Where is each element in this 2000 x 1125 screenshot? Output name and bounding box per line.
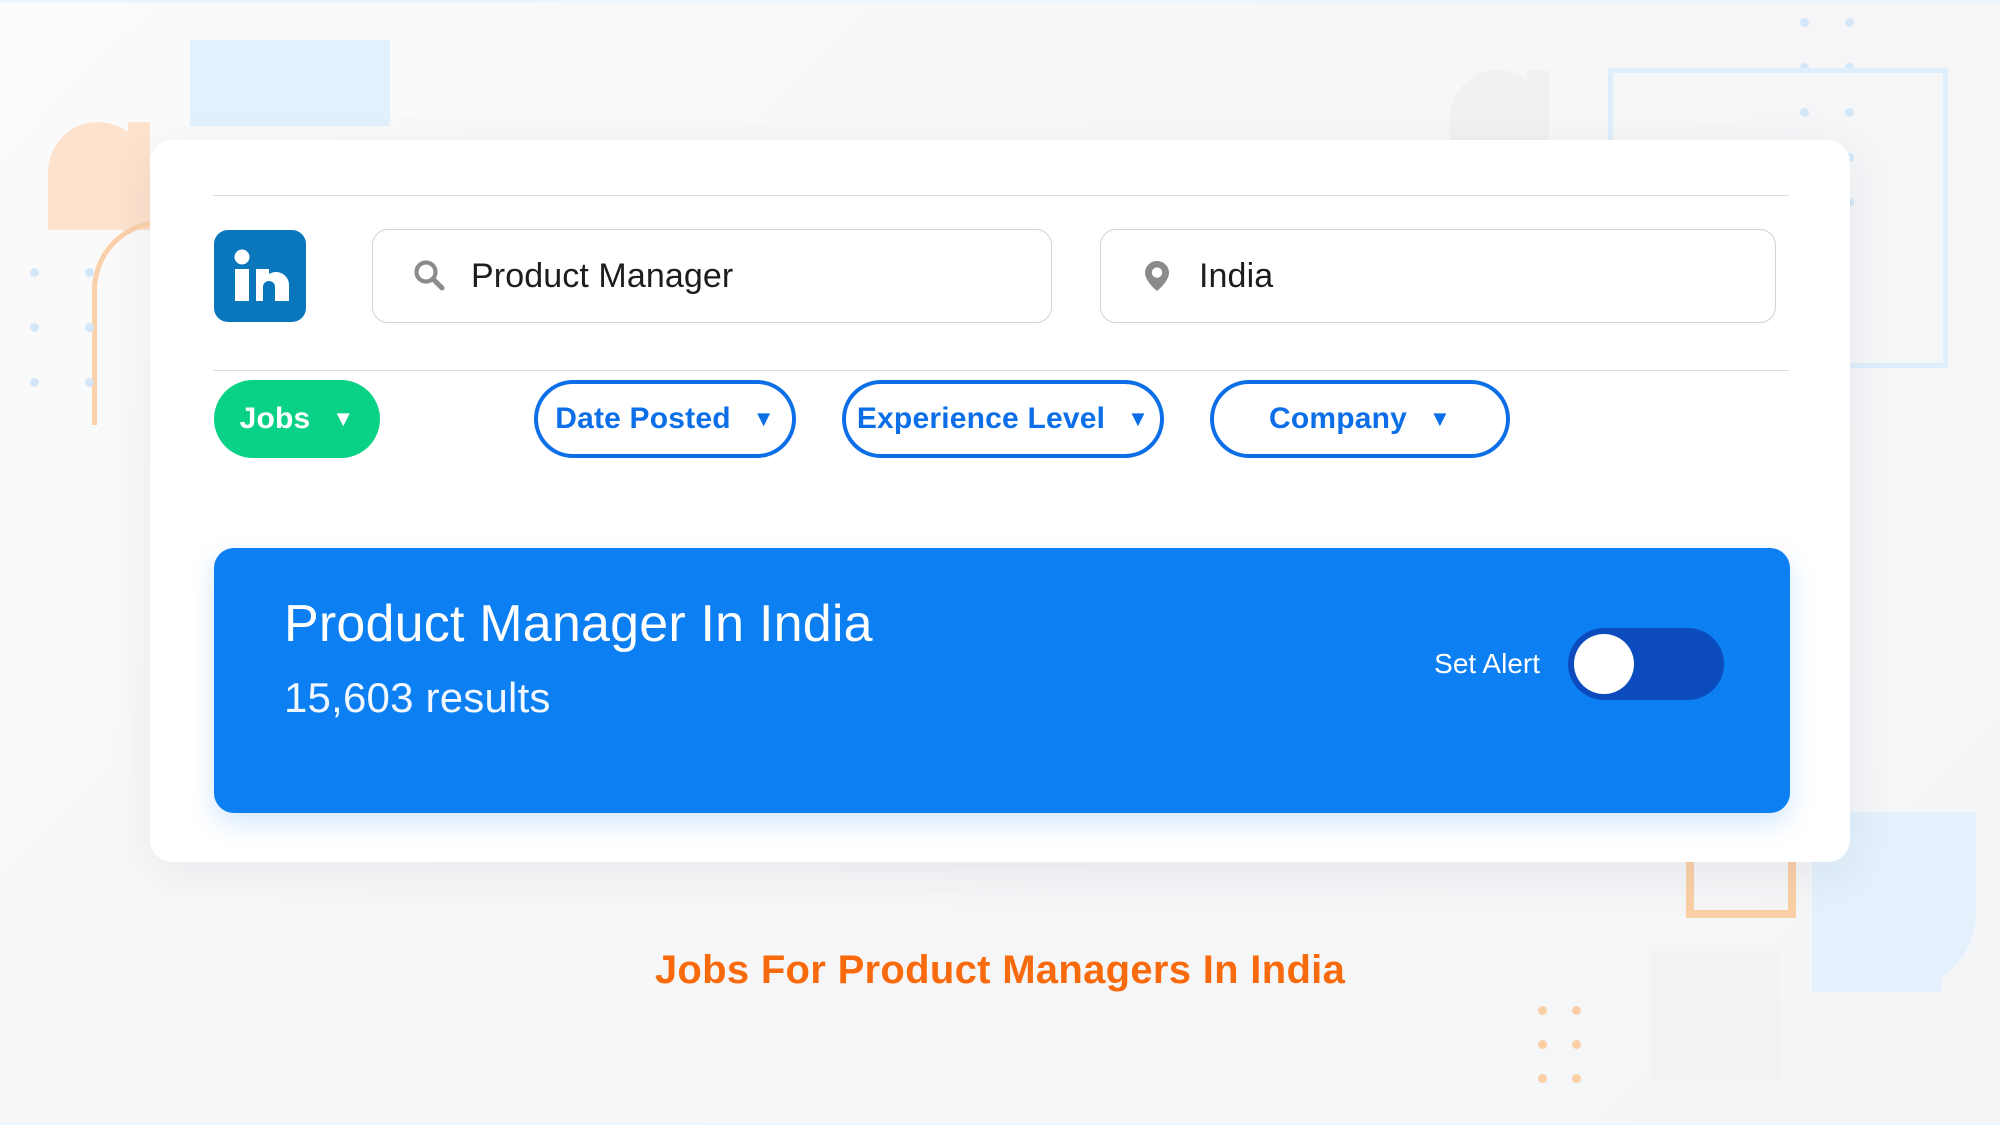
set-alert-toggle-knob	[1574, 634, 1634, 694]
results-banner: Product Manager In India 15,603 results …	[214, 548, 1790, 813]
page-root: Product Manager India Jobs ▼ Date Posted…	[0, 0, 2000, 1125]
location-input-value: India	[1199, 256, 1274, 295]
filter-pill-company-label: Company	[1268, 402, 1408, 435]
top-edge-accent	[0, 0, 2000, 3]
linkedin-logo-icon[interactable]	[214, 230, 306, 322]
filter-pill-company[interactable]: Company ▼	[1210, 380, 1510, 458]
filter-pill-jobs-label: Jobs	[239, 402, 311, 435]
decor-peach-arch-icon	[48, 122, 148, 230]
results-title: Product Manager In India	[284, 595, 873, 653]
location-input[interactable]: India	[1100, 229, 1776, 323]
location-pin-icon	[1135, 254, 1179, 298]
search-icon	[407, 254, 451, 298]
decor-peach-square-icon	[1686, 858, 1796, 918]
decor-orange-dot-grid-icon	[1538, 1006, 2000, 1125]
filter-pill-experience-level[interactable]: Experience Level ▼	[842, 380, 1164, 458]
decor-blue-rectangle-icon	[190, 40, 390, 126]
filter-pill-experience-level-label: Experience Level	[856, 402, 1106, 435]
job-search-card: Product Manager India Jobs ▼ Date Posted…	[150, 140, 1850, 862]
search-input-value: Product Manager	[471, 256, 734, 295]
page-caption: Jobs For Product Managers In India	[654, 948, 1346, 992]
divider-top	[213, 195, 1789, 196]
set-alert-toggle[interactable]	[1568, 628, 1724, 700]
filter-pill-date-posted-label: Date Posted	[555, 402, 731, 435]
filter-pill-jobs[interactable]: Jobs ▼	[214, 380, 380, 458]
filter-pill-date-posted[interactable]: Date Posted ▼	[534, 380, 796, 458]
decor-peach-arch-stem-icon	[128, 122, 150, 230]
chevron-down-icon: ▼	[332, 406, 355, 431]
chevron-down-icon: ▼	[1429, 406, 1452, 431]
set-alert-control[interactable]: Set Alert	[1434, 628, 1724, 700]
set-alert-label: Set Alert	[1434, 648, 1540, 679]
chevron-down-icon: ▼	[752, 406, 775, 431]
chevron-down-icon: ▼	[1127, 406, 1150, 431]
search-input[interactable]: Product Manager	[372, 229, 1052, 323]
divider-bottom	[213, 370, 1789, 371]
results-count: 15,603 results	[284, 674, 551, 721]
